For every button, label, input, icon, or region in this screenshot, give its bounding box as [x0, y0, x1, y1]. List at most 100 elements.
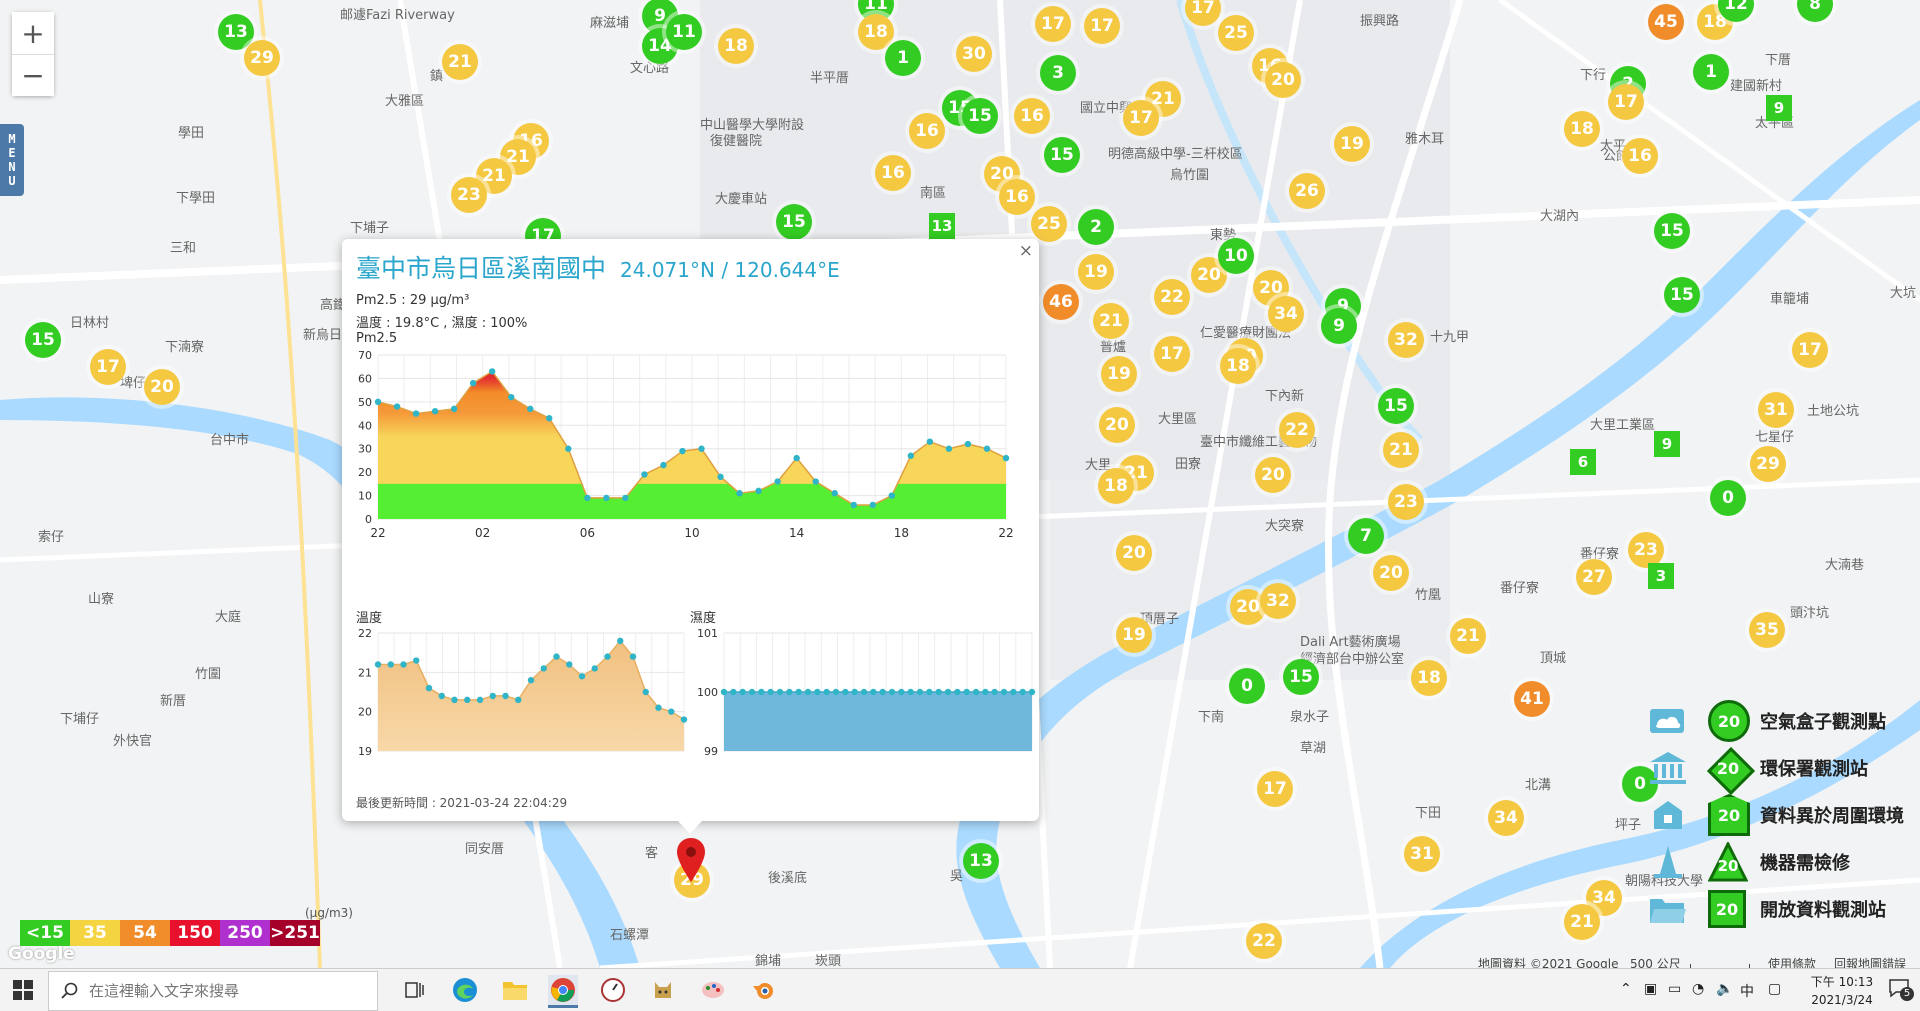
sensor-marker[interactable]: 31 [1404, 836, 1440, 872]
sensor-marker[interactable]: 17 [1123, 100, 1159, 136]
sensor-marker[interactable]: 21 [1564, 904, 1600, 940]
sensor-marker[interactable]: 1 [885, 40, 921, 76]
sensor-marker[interactable]: 29 [244, 40, 280, 76]
sensor-marker[interactable]: 20 [1116, 535, 1152, 571]
sensor-marker[interactable]: 30 [956, 36, 992, 72]
sensor-marker[interactable]: 23 [451, 177, 487, 213]
sensor-marker[interactable]: 2 [1078, 209, 1114, 245]
tray-keyboard-icon[interactable]: ▢ [1768, 981, 1781, 997]
sensor-marker[interactable]: 18 [1220, 348, 1256, 384]
sensor-marker[interactable]: 16 [1622, 138, 1658, 174]
sensor-marker[interactable]: 29 [1750, 446, 1786, 482]
file-explorer-icon[interactable] [500, 975, 530, 1005]
search-input[interactable] [87, 981, 361, 1001]
sensor-marker[interactable]: 34 [1268, 296, 1304, 332]
sensor-marker[interactable]: 18 [858, 14, 894, 50]
sensor-marker[interactable]: 16 [999, 179, 1035, 215]
sensor-marker[interactable]: 17 [1084, 8, 1120, 44]
sensor-marker[interactable]: 46 [1043, 284, 1079, 320]
zoom-in-button[interactable]: + [12, 12, 54, 54]
sensor-marker[interactable]: 15 [1664, 277, 1700, 313]
tray-volume-icon[interactable]: 🔈 [1716, 981, 1733, 997]
sensor-marker[interactable]: 20 [1373, 555, 1409, 591]
sensor-marker[interactable]: 1 [1693, 54, 1729, 90]
sensor-marker[interactable]: 17 [1154, 336, 1190, 372]
sensor-marker[interactable]: 25 [1031, 206, 1067, 242]
sensor-marker[interactable]: 18 [1411, 660, 1447, 696]
sensor-marker[interactable]: 9 [1321, 308, 1357, 344]
sensor-marker[interactable]: 15 [1654, 213, 1690, 249]
sensor-marker[interactable]: 34 [1488, 800, 1524, 836]
menu-toggle-button[interactable]: M E N U [0, 124, 24, 196]
sensor-marker[interactable]: 35 [1749, 612, 1785, 648]
sensor-marker[interactable]: 45 [1648, 4, 1684, 40]
ime-indicator[interactable]: 中 [1740, 981, 1754, 1001]
sensor-marker[interactable]: 41 [1514, 681, 1550, 717]
sensor-marker[interactable]: 0 [1229, 668, 1265, 704]
open-data-station-marker[interactable]: 13 [929, 213, 955, 239]
sensor-marker[interactable]: 23 [1388, 484, 1424, 520]
taskbar-clock[interactable]: 下午 10:13 2021/3/24 [1802, 973, 1882, 1007]
sensor-marker[interactable]: 17 [1792, 332, 1828, 368]
sensor-marker[interactable]: 19 [1116, 617, 1152, 653]
sensor-marker[interactable]: 18 [718, 28, 754, 64]
sensor-marker[interactable]: 18 [1098, 468, 1134, 504]
notification-center-button[interactable]: 5 [1888, 977, 1914, 1002]
sensor-marker[interactable]: 19 [1101, 356, 1137, 392]
tray-overflow-chevron-icon[interactable]: ⌃ [1620, 981, 1632, 997]
sensor-marker[interactable]: 15 [1044, 137, 1080, 173]
sensor-marker[interactable]: 19 [1334, 126, 1370, 162]
sensor-marker[interactable]: 27 [1576, 559, 1612, 595]
chrome-browser-icon[interactable] [548, 975, 578, 1008]
sensor-marker[interactable]: 17 [1035, 6, 1071, 42]
zoom-out-button[interactable]: − [12, 54, 54, 96]
sensor-marker[interactable]: 17 [1608, 84, 1644, 120]
tray-battery-icon[interactable]: ▭ [1668, 981, 1681, 997]
sensor-marker[interactable]: 16 [909, 113, 945, 149]
sensor-marker[interactable]: 22 [1154, 279, 1190, 315]
clock-app-icon[interactable] [598, 975, 628, 1005]
sensor-marker[interactable]: 17 [90, 349, 126, 385]
sensor-marker[interactable]: 18 [1564, 111, 1600, 147]
paint-app-icon[interactable] [698, 975, 728, 1005]
blender-app-icon[interactable] [748, 975, 778, 1005]
sensor-marker[interactable]: 25 [1218, 15, 1254, 51]
sensor-marker[interactable]: 22 [1279, 412, 1315, 448]
sensor-marker[interactable]: 19 [1078, 254, 1114, 290]
sensor-marker[interactable]: 20 [144, 369, 180, 405]
sensor-marker[interactable]: 16 [875, 155, 911, 191]
sensor-marker[interactable]: 17 [1257, 771, 1293, 807]
open-data-station-marker[interactable]: 6 [1570, 449, 1596, 475]
taskbar-search[interactable] [48, 971, 378, 1011]
popup-close-button[interactable]: × [1019, 241, 1033, 261]
sensor-marker[interactable]: 22 [1246, 923, 1282, 959]
sensor-marker[interactable]: 15 [25, 322, 61, 358]
sensor-marker[interactable]: 20 [1265, 62, 1301, 98]
tray-network-icon[interactable]: ◔ [1692, 981, 1704, 997]
sensor-marker[interactable]: 20 [1255, 457, 1291, 493]
sensor-marker[interactable]: 0 [1710, 480, 1746, 516]
sensor-marker[interactable]: 16 [1014, 98, 1050, 134]
edge-browser-icon[interactable] [450, 975, 480, 1005]
sensor-marker[interactable]: 15 [776, 204, 812, 240]
sensor-marker[interactable]: 15 [1378, 388, 1414, 424]
sensor-marker[interactable]: 10 [1218, 238, 1254, 274]
windows-start-button[interactable] [8, 975, 38, 1005]
sensor-marker[interactable]: 3 [1040, 55, 1076, 91]
sensor-marker[interactable]: 32 [1260, 583, 1296, 619]
map-pin-icon[interactable] [677, 838, 705, 882]
task-view-icon[interactable] [400, 975, 430, 1005]
tray-meet-icon[interactable]: ▣ [1644, 981, 1657, 997]
sensor-marker[interactable]: 11 [666, 14, 702, 50]
sensor-marker[interactable]: 21 [1450, 618, 1486, 654]
sensor-marker[interactable]: 13 [963, 843, 999, 879]
cat-app-icon[interactable] [648, 975, 678, 1005]
sensor-marker[interactable]: 21 [442, 44, 478, 80]
sensor-marker[interactable]: 31 [1758, 392, 1794, 428]
sensor-marker[interactable]: 15 [962, 98, 998, 134]
sensor-marker[interactable]: 21 [1383, 432, 1419, 468]
sensor-marker[interactable]: 32 [1388, 322, 1424, 358]
sensor-marker[interactable]: 21 [1093, 303, 1129, 339]
sensor-marker[interactable]: 20 [1099, 407, 1135, 443]
sensor-marker[interactable]: 26 [1289, 173, 1325, 209]
